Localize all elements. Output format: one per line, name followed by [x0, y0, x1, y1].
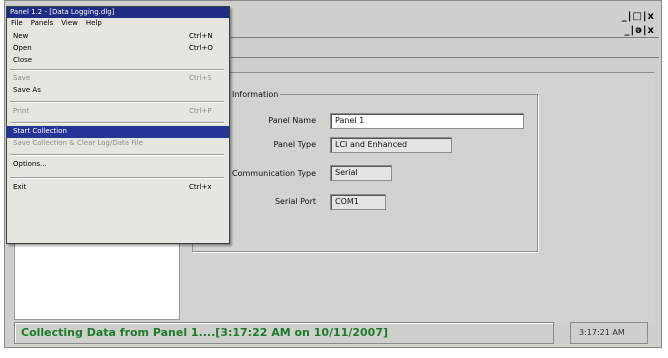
menu-item-save[interactable]: Save Ctrl+S [7, 73, 229, 85]
menu-item-print[interactable]: Print Ctrl+P [7, 106, 229, 118]
menu-file[interactable]: File [11, 19, 23, 28]
menu-view[interactable]: View [61, 19, 78, 28]
file-menu-window: Panel 1.2 - [Data Logging.dlg] File Pane… [6, 6, 230, 244]
menu-item-save-as[interactable]: Save As [7, 85, 229, 97]
panel-name-label: Panel Name [268, 116, 316, 125]
menu-item-open[interactable]: Open Ctrl+O [7, 43, 229, 55]
status-message: Collecting Data from Panel 1....[3:17:22… [14, 322, 554, 344]
panel-type-field[interactable]: LCI and Enhanced [330, 137, 452, 153]
menu-help[interactable]: Help [86, 19, 102, 28]
title-bar[interactable]: Panel 1.2 - [Data Logging.dlg] [7, 7, 229, 18]
menu-divider [231, 37, 659, 38]
information-legend: Information [230, 90, 281, 99]
serial-port-field[interactable]: COM1 [330, 194, 386, 210]
panel-type-label: Panel Type [273, 140, 317, 149]
toolbar-divider [231, 57, 659, 58]
menu-separator [10, 101, 224, 103]
menu-separator [10, 177, 224, 179]
communication-type-field[interactable]: Serial [330, 165, 392, 181]
menu-panels[interactable]: Panels [31, 19, 54, 28]
menu-separator [10, 69, 224, 71]
menu-separator [10, 122, 224, 124]
panel-name-field[interactable]: Panel 1 [330, 113, 524, 129]
menu-item-close[interactable]: Close [7, 55, 229, 67]
menu-bar: File Panels View Help [7, 18, 229, 29]
menu-item-options[interactable]: Options... [7, 159, 229, 171]
serial-port-label: Serial Port [274, 197, 316, 206]
status-time: 3:17:21 AM [570, 322, 648, 344]
menu-item-new[interactable]: New Ctrl+N [7, 31, 229, 43]
status-bar: Collecting Data from Panel 1....[3:17:22… [14, 322, 658, 344]
menu-item-start-collection[interactable]: Start Collection [7, 126, 229, 138]
panel-tree[interactable] [14, 232, 180, 320]
menu-separator [10, 154, 224, 156]
menu-item-save-collection[interactable]: Save Collection & Clear Log/Data File [7, 138, 229, 150]
menu-item-exit[interactable]: Exit Ctrl+x [7, 182, 229, 194]
window-controls[interactable]: _|□|x [622, 11, 655, 22]
child-window-controls[interactable]: _|ǝ|x [624, 25, 655, 36]
